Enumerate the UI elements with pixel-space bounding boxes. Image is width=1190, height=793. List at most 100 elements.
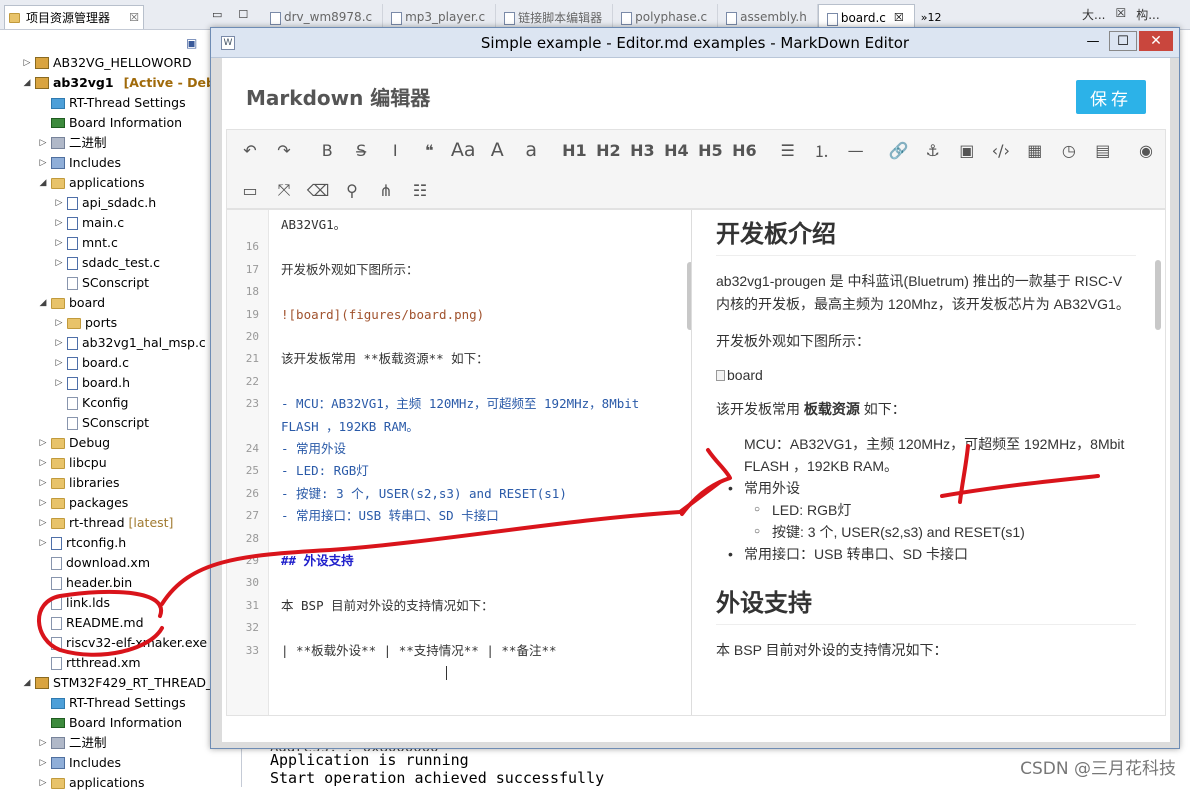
table-icon[interactable]: ▦ [1020, 135, 1050, 165]
lowercase-icon[interactable]: a [516, 135, 546, 165]
code-icon[interactable]: ‹/› [986, 135, 1016, 165]
unordered-list-icon[interactable]: ☰ [773, 135, 803, 165]
tree-item[interactable]: SConscript [0, 413, 242, 433]
tree-item[interactable]: ◢ STM32F429_RT_THREAD_TE [0, 673, 242, 693]
ordered-list-icon[interactable]: ⒈ [807, 135, 837, 165]
tree-item[interactable]: ▷ 二进制 [0, 733, 242, 753]
close-icon[interactable]: ☒ [894, 11, 904, 24]
preview-scrollbar[interactable] [1155, 260, 1161, 330]
anchor-icon[interactable]: ⚓ [918, 135, 948, 165]
ucwords-icon[interactable]: A [482, 135, 512, 165]
tree-item[interactable]: ▷ packages [0, 493, 242, 513]
markdown-source-pane[interactable]: AB32VG1。 16 17 开发板外观如下图所示： 18 19 ![board](figu… [227, 210, 692, 715]
h2-button[interactable]: H2 [593, 135, 623, 165]
expand-toggle-icon[interactable]: ▷ [54, 253, 64, 273]
link-icon[interactable]: 🔗 [884, 135, 914, 165]
bold-icon[interactable]: B [312, 135, 342, 165]
tree-item[interactable]: Board Information [0, 113, 242, 133]
tree-item[interactable]: ▷ rtconfig.h [0, 533, 242, 553]
uppercase-icon[interactable]: Aa [448, 135, 478, 165]
right-tab-outline[interactable]: 大... [1082, 6, 1105, 23]
expand-toggle-icon[interactable]: ▷ [54, 313, 64, 333]
expand-toggle-icon[interactable]: ◢ [38, 293, 48, 313]
horizontal-rule-icon[interactable]: — [841, 135, 871, 165]
tree-item[interactable]: README.md [0, 613, 242, 633]
tree-item[interactable]: ▷ AB32VG_HELLOWORD [0, 53, 242, 73]
tree-item[interactable]: ▷ rt-thread [latest] [0, 513, 242, 533]
close-button[interactable]: ✕ [1139, 31, 1173, 51]
undo-icon[interactable]: ↶ [235, 135, 265, 165]
strikethrough-icon[interactable]: S̶ [346, 135, 376, 165]
tree-item[interactable]: download.xm [0, 553, 242, 573]
tree-item[interactable]: ▷ mnt.c [0, 233, 242, 253]
tree-item[interactable]: link.lds [0, 593, 242, 613]
tree-item[interactable]: ▷ Debug [0, 433, 242, 453]
redo-icon[interactable]: ↷ [269, 135, 299, 165]
maximize-button[interactable]: ☐ [1109, 31, 1137, 51]
expand-toggle-icon[interactable]: ◢ [38, 173, 48, 193]
expand-toggle-icon[interactable]: ▷ [54, 373, 64, 393]
save-button[interactable]: 保存 [1076, 80, 1146, 114]
tree-item[interactable]: ▷ sdadc_test.c [0, 253, 242, 273]
tree-item[interactable]: ◢ applications [0, 173, 242, 193]
html-entities-icon[interactable]: ▤ [1088, 135, 1118, 165]
tree-item[interactable]: ▷ 二进制 [0, 133, 242, 153]
h1-button[interactable]: H1 [559, 135, 589, 165]
expand-toggle-icon[interactable]: ▷ [38, 533, 48, 553]
fullscreen-icon[interactable]: ⤧ [269, 175, 299, 205]
watch-icon[interactable]: ▭ [235, 175, 265, 205]
tree-item[interactable]: ▷ applications [0, 773, 242, 793]
tree-item[interactable]: ◢ board [0, 293, 242, 313]
tree-item[interactable]: Kconfig [0, 393, 242, 413]
tree-item[interactable]: RT-Thread Settings [0, 93, 242, 113]
tree-item[interactable]: ▷ api_sdadc.h [0, 193, 242, 213]
expand-toggle-icon[interactable]: ▷ [38, 733, 48, 753]
expand-toggle-icon[interactable]: ▷ [22, 53, 32, 73]
expand-toggle-icon[interactable]: ▷ [38, 513, 48, 533]
tree-item[interactable]: ▷ ports [0, 313, 242, 333]
quote-icon[interactable]: ❝ [414, 135, 444, 165]
expand-toggle-icon[interactable]: ▷ [38, 773, 48, 793]
collapse-all-icon[interactable]: ▣ [186, 36, 197, 50]
tree-item[interactable]: rtthread.xm [0, 653, 242, 673]
tree-item[interactable]: ▷ Includes [0, 153, 242, 173]
expand-toggle-icon[interactable]: ▷ [38, 493, 48, 513]
clear-icon[interactable]: ⌫ [303, 175, 333, 205]
source-scrollbar[interactable] [687, 262, 691, 330]
settings-icon[interactable]: ☷ [405, 175, 435, 205]
tree-item[interactable]: ▷ board.c [0, 353, 242, 373]
tree-item[interactable]: ▷ main.c [0, 213, 242, 233]
tree-item[interactable]: ▷ libcpu [0, 453, 242, 473]
expand-toggle-icon[interactable]: ▷ [54, 213, 64, 233]
sitemap-icon[interactable]: ⋔ [371, 175, 401, 205]
tree-item[interactable]: ▷ Includes [0, 753, 242, 773]
minimize-view-icon[interactable]: ▭ [212, 8, 222, 21]
right-tab-build[interactable]: 构... [1136, 6, 1159, 23]
tree-item[interactable]: ◢ ab32vg1 [Active - Debug] [0, 73, 242, 93]
h6-button[interactable]: H6 [729, 135, 759, 165]
maximize-view-icon[interactable]: ☐ [238, 8, 248, 21]
project-explorer-tab[interactable]: 项目资源管理器 ☒ [4, 5, 144, 29]
tree-item[interactable]: Board Information [0, 713, 242, 733]
expand-toggle-icon[interactable]: ▷ [38, 133, 48, 153]
expand-toggle-icon[interactable]: ▷ [38, 453, 48, 473]
close-icon[interactable]: ☒ [1115, 6, 1126, 23]
h3-button[interactable]: H3 [627, 135, 657, 165]
expand-toggle-icon[interactable]: ▷ [54, 353, 64, 373]
expand-toggle-icon[interactable]: ▷ [38, 433, 48, 453]
close-icon[interactable]: ☒ [129, 11, 139, 24]
expand-toggle-icon[interactable]: ▷ [54, 193, 64, 213]
expand-toggle-icon[interactable]: ◢ [22, 73, 32, 93]
minimize-button[interactable]: — [1079, 31, 1107, 51]
expand-toggle-icon[interactable]: ▷ [38, 473, 48, 493]
italic-icon[interactable]: I [380, 135, 410, 165]
expand-toggle-icon[interactable]: ◢ [22, 673, 32, 693]
h5-button[interactable]: H5 [695, 135, 725, 165]
tree-item[interactable]: header.bin [0, 573, 242, 593]
image-icon[interactable]: ▣ [952, 135, 982, 165]
tree-item[interactable]: riscv32-elf-xmaker.exe [0, 633, 242, 653]
expand-toggle-icon[interactable]: ▷ [38, 153, 48, 173]
tree-item[interactable]: RT-Thread Settings [0, 693, 242, 713]
expand-toggle-icon[interactable]: ▷ [54, 233, 64, 253]
expand-toggle-icon[interactable]: ▷ [54, 333, 64, 353]
